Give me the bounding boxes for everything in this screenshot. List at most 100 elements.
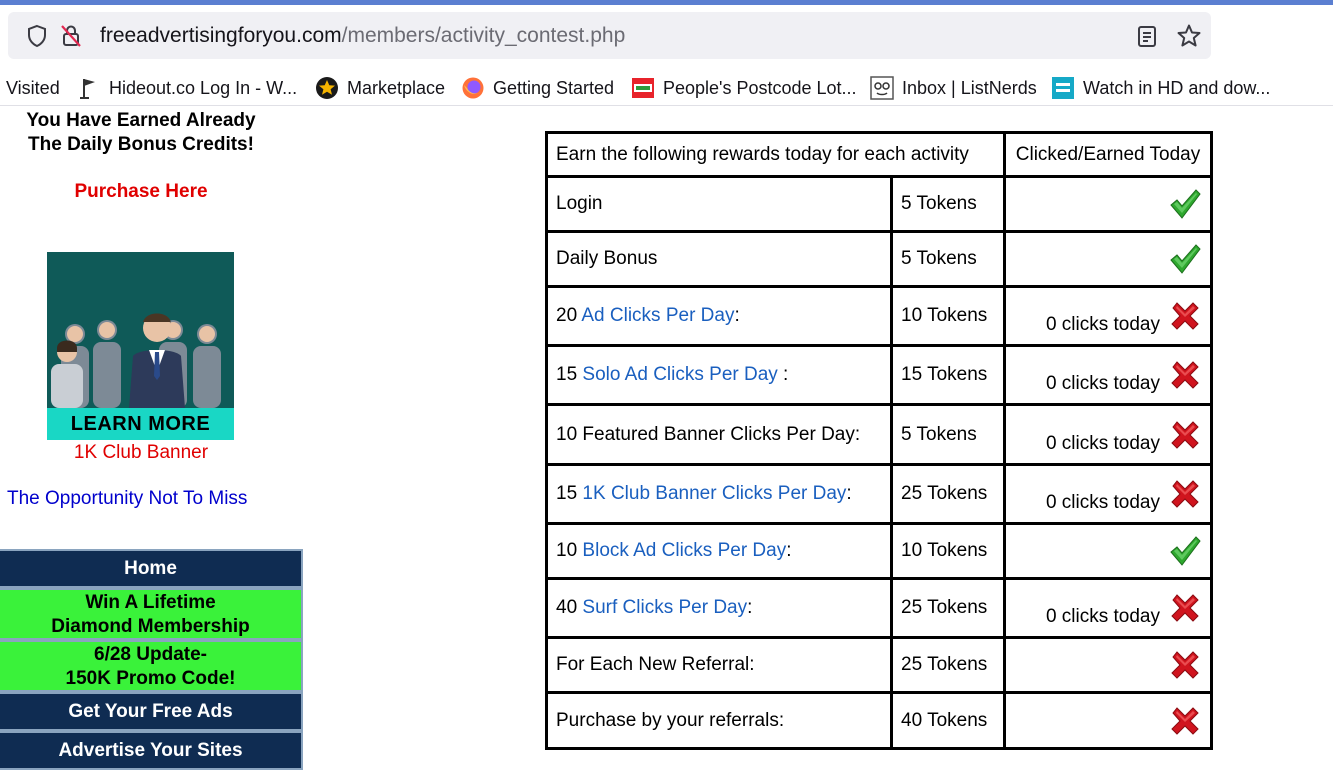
status-wrap xyxy=(1014,242,1202,276)
table-row: Daily Bonus 5 Tokens xyxy=(545,230,1213,288)
activity-link[interactable]: Solo Ad Clicks Per Day xyxy=(582,364,777,385)
reward-cell: 10 Tokens xyxy=(890,285,1006,347)
checkmark-icon xyxy=(1170,536,1201,566)
menu-label: Get Your Free Ads xyxy=(68,701,233,722)
activity-prefix: 10 xyxy=(556,540,583,561)
activity-prefix: Login xyxy=(556,193,603,214)
status-cell xyxy=(1003,522,1213,580)
red-cross-icon xyxy=(1171,480,1199,508)
1k-club-banner-link[interactable]: 1K Club Banner xyxy=(0,442,282,464)
reader-view-icon[interactable] xyxy=(1136,24,1158,48)
bookmark-star-icon[interactable] xyxy=(1176,23,1202,49)
1k-club-banner-image[interactable]: LEARN MORE xyxy=(47,252,234,440)
status-wrap xyxy=(1014,648,1202,682)
status-cell: 0 clicks today xyxy=(1003,403,1213,466)
status-wrap: 0 clicks today xyxy=(1014,474,1202,514)
status-wrap: 0 clicks today xyxy=(1014,588,1202,628)
menu-win-lifetime-diamond[interactable]: Win A Lifetime Diamond Membership xyxy=(0,588,303,640)
table-row: 40 Surf Clicks Per Day: 25 Tokens 0 clicks… xyxy=(545,577,1213,639)
browser-top-strip xyxy=(0,0,1333,5)
table-header-row: Earn the following rewards today for eac… xyxy=(545,131,1213,178)
bookmark-listnerds[interactable]: Inbox | ListNerds xyxy=(870,75,1037,101)
bookmark-visited[interactable]: Visited xyxy=(6,75,60,101)
status-cell xyxy=(1003,691,1213,750)
activity-suffix: : xyxy=(846,483,852,504)
clicks-today-text: 0 clicks today xyxy=(1045,492,1160,513)
activity-suffix: : xyxy=(786,540,792,561)
activity-cell: Daily Bonus xyxy=(545,230,893,288)
bookmark-marketplace[interactable]: Marketplace xyxy=(315,75,445,101)
activity-link[interactable]: Surf Clicks Per Day xyxy=(582,597,747,618)
activity-cell: 40 Surf Clicks Per Day: xyxy=(545,577,893,639)
activity-link[interactable]: 1K Club Banner Clicks Per Day xyxy=(582,483,846,504)
menu-advertise-sites[interactable]: Advertise Your Sites xyxy=(0,731,303,770)
checkmark-icon xyxy=(1170,189,1201,219)
bookmark-getting-started[interactable]: Getting Started xyxy=(461,75,614,101)
activity-cell: For Each New Referral: xyxy=(545,636,893,694)
url-path: /members/activity_contest.php xyxy=(341,24,626,47)
activity-prefix: 10 Featured Banner Clicks Per Day: xyxy=(556,423,861,445)
bookmark-label: Inbox | ListNerds xyxy=(902,77,1037,98)
menu-label-line1: 6/28 Update- xyxy=(94,644,207,665)
reward-cell: 5 Tokens xyxy=(890,403,1006,466)
table-row: 15 Solo Ad Clicks Per Day :15 Tokens 0 cl… xyxy=(545,344,1213,406)
clicks-today-text: 0 clicks today xyxy=(1045,314,1160,335)
activity-suffix: : xyxy=(734,305,740,326)
table-row: Login 5 Tokens xyxy=(545,175,1213,233)
bookmarks-toolbar: Visited Hideout.co Log In - W... Marketp… xyxy=(0,68,1333,106)
activity-suffix: : xyxy=(747,597,753,618)
status-wrap: 0 clicks today xyxy=(1014,415,1202,455)
status-cell: 0 clicks today xyxy=(1003,463,1213,525)
purchase-here-link[interactable]: Purchase Here xyxy=(0,181,282,203)
listnerds-icon xyxy=(870,76,894,100)
shield-icon[interactable] xyxy=(26,24,48,48)
bookmark-postcode-lottery[interactable]: People's Postcode Lot... xyxy=(631,75,857,101)
activity-cell: 15 1K Club Banner Clicks Per Day: xyxy=(545,463,893,525)
status-cell xyxy=(1003,175,1213,233)
earned-line-1: You Have Earned Already xyxy=(26,110,256,131)
address-bar[interactable]: freeadvertisingforyou.com/members/activi… xyxy=(8,12,1211,59)
left-sidebar: You Have Earned Already The Daily Bonus … xyxy=(0,108,305,777)
table-row: 10 Featured Banner Clicks Per Day: 5 Toke… xyxy=(545,403,1213,466)
red-cross-icon xyxy=(1171,361,1199,389)
activity-prefix: Daily Bonus xyxy=(556,248,658,269)
activity-cell: 20 Ad Clicks Per Day: xyxy=(545,285,893,347)
menu-label: Home xyxy=(124,558,177,579)
activity-cell: Login xyxy=(545,175,893,233)
learn-more-button[interactable]: LEARN MORE xyxy=(47,408,234,440)
activity-link[interactable]: Block Ad Clicks Per Day xyxy=(582,540,786,561)
status-cell: 0 clicks today xyxy=(1003,285,1213,347)
reward-cell: 25 Tokens xyxy=(890,577,1006,639)
reward-cell: 15 Tokens xyxy=(890,344,1006,406)
table-row: For Each New Referral: 25 Tokens xyxy=(545,636,1213,694)
menu-home[interactable]: Home xyxy=(0,549,303,588)
flag-icon xyxy=(80,79,95,99)
bookmark-erosnow[interactable]: Watch in HD and dow... xyxy=(1051,75,1270,101)
bookmark-hideout[interactable]: Hideout.co Log In - W... xyxy=(77,75,297,101)
bookmark-label: Watch in HD and dow... xyxy=(1083,77,1271,98)
postcode-lottery-icon xyxy=(632,78,654,98)
table-row: 15 1K Club Banner Clicks Per Day: 25 Toke… xyxy=(545,463,1213,525)
menu-label-line1: Win A Lifetime xyxy=(85,592,216,613)
business-people-illustration xyxy=(47,252,234,408)
url-text[interactable]: freeadvertisingforyou.com/members/activi… xyxy=(100,24,625,48)
red-cross-icon xyxy=(1171,302,1199,330)
bookmark-label: Hideout.co Log In - W... xyxy=(109,77,298,98)
activity-cell: 15 Solo Ad Clicks Per Day : xyxy=(545,344,893,406)
earned-line-2: The Daily Bonus Credits! xyxy=(28,134,254,155)
menu-get-free-ads[interactable]: Get Your Free Ads xyxy=(0,692,303,731)
star-badge-icon xyxy=(316,77,338,99)
reward-cell: 40 Tokens xyxy=(890,691,1006,750)
activity-rewards-table: Earn the following rewards today for eac… xyxy=(545,131,1213,750)
bookmark-label: Visited xyxy=(6,77,60,98)
erosnow-icon xyxy=(1052,77,1074,99)
opportunity-link[interactable]: The Opportunity Not To Miss xyxy=(7,488,247,510)
activity-link[interactable]: Ad Clicks Per Day xyxy=(581,305,734,326)
table-row: 20 Ad Clicks Per Day: 10 Tokens 0 clicks t… xyxy=(545,285,1213,347)
reward-cell: 25 Tokens xyxy=(890,463,1006,525)
insecure-lock-icon[interactable] xyxy=(60,24,82,48)
header-activity: Earn the following rewards today for eac… xyxy=(545,131,1006,178)
activity-prefix: 15 xyxy=(556,483,583,504)
status-wrap xyxy=(1014,187,1202,221)
menu-promo-code-update[interactable]: 6/28 Update- 150K Promo Code! xyxy=(0,640,303,692)
